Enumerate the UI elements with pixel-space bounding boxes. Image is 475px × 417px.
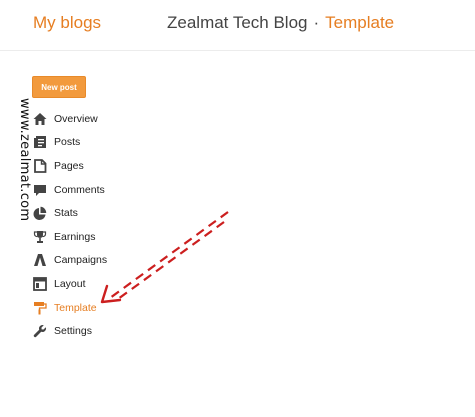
stats-icon	[33, 206, 47, 221]
sidebar-item-settings[interactable]: Settings	[33, 319, 153, 343]
title-separator: ·	[313, 13, 320, 32]
campaigns-icon	[33, 253, 47, 267]
sidebar-item-label: Comments	[54, 183, 105, 196]
comments-icon	[33, 183, 47, 197]
posts-icon	[33, 135, 47, 149]
sidebar-item-label: Overview	[54, 112, 98, 125]
new-post-button[interactable]: New post	[32, 76, 86, 98]
sidebar-item-pages[interactable]: Pages	[33, 154, 153, 178]
layout-icon	[33, 277, 47, 291]
sidebar-item-label: Template	[54, 301, 97, 314]
sidebar-item-label: Earnings	[54, 230, 96, 243]
sidebar-item-label: Layout	[54, 277, 86, 290]
sidebar-item-overview[interactable]: Overview	[33, 107, 153, 131]
blog-title: Zealmat Tech Blog · Template	[167, 13, 394, 33]
sidebar-item-label: Posts	[54, 136, 81, 149]
sidebar-item-label: Pages	[54, 159, 84, 172]
my-blogs-link[interactable]: My blogs	[33, 13, 101, 33]
pointer-arrow-icon	[100, 211, 229, 304]
home-icon	[33, 112, 47, 126]
wrench-icon	[33, 324, 47, 338]
sidebar-item-label: Settings	[54, 325, 92, 338]
current-section: Template	[325, 13, 395, 32]
pages-icon	[33, 159, 47, 173]
trophy-icon	[33, 230, 47, 244]
sidebar-item-posts[interactable]: Posts	[33, 131, 153, 155]
sidebar-item-label: Stats	[54, 207, 78, 220]
blog-name[interactable]: Zealmat Tech Blog	[167, 13, 307, 32]
paint-roller-icon	[33, 301, 47, 315]
watermark-text: www.zealmat.com	[17, 98, 32, 222]
sidebar-item-comments[interactable]: Comments	[33, 178, 153, 202]
header-bar: My blogs Zealmat Tech Blog · Template	[0, 0, 475, 51]
